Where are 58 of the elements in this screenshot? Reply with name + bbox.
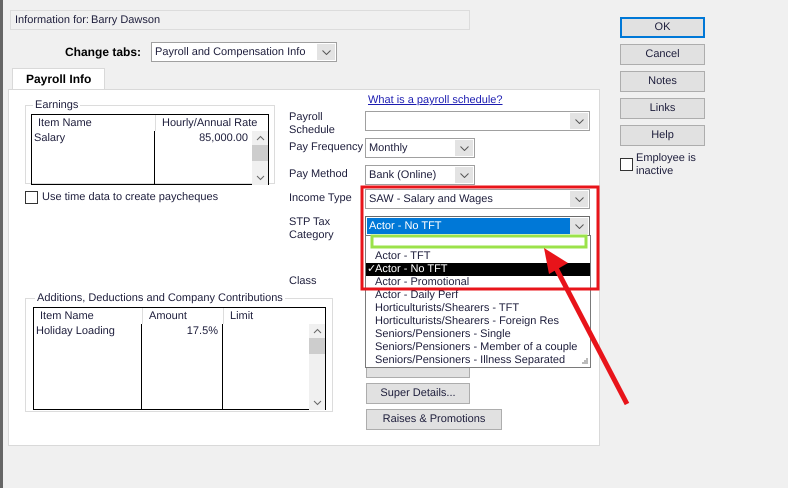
dropdown-field[interactable]	[365, 111, 590, 131]
dialog-button[interactable]: Links	[620, 98, 705, 119]
tab[interactable]: Payroll Info	[12, 68, 106, 89]
dropdown-field[interactable]: Monthly	[365, 138, 475, 158]
list-item[interactable]: Horticulturists/Shearers - Foreign Res	[366, 315, 590, 328]
list-item[interactable]: Seniors/Pensioners - Illness Separated	[366, 354, 590, 367]
checkbox[interactable]	[620, 158, 633, 171]
field-label: Pay Method	[289, 167, 349, 182]
column-header: Amount	[142, 308, 223, 324]
checkbox-label: Use time data to create paycheques	[42, 190, 218, 205]
dialog-button[interactable]: Notes	[620, 71, 705, 92]
dropdown-field[interactable]: SAW - Salary and Wages	[365, 189, 590, 209]
panel-button[interactable]: Super Details...	[366, 383, 470, 404]
chevron-down-icon	[574, 118, 584, 124]
list-item[interactable]: Seniors/Pensioners - Member of a couple	[366, 341, 590, 354]
list-item[interactable]: Actor - Daily Perf	[366, 289, 590, 302]
dialog-button[interactable]: Help	[620, 125, 705, 146]
list-item[interactable]: Horticulturists/Shearers - TFT	[366, 302, 590, 315]
group-title: Earnings	[34, 98, 80, 113]
list-item[interactable]: ✓Actor - No TFT	[366, 263, 590, 276]
list-item[interactable]: Actor - Promotional	[366, 276, 590, 289]
scrollbar[interactable]	[252, 130, 268, 184]
chevron-down-icon	[322, 50, 331, 54]
check-mark: ✓	[367, 263, 376, 276]
column-header: Item Name	[39, 308, 95, 324]
chevron-down-icon	[460, 146, 468, 150]
field-label: Income Type	[289, 191, 353, 206]
change-tabs-select[interactable]: Payroll and Compensation Info	[151, 42, 338, 62]
table-cell-text: Holiday Loading	[35, 324, 116, 338]
checkbox[interactable]	[25, 190, 38, 204]
panel-button[interactable]: Raises & Promotions	[366, 409, 502, 430]
group-title: Additions, Deductions and Company Contributions	[36, 291, 284, 306]
table-cell-text: 17.5%	[186, 324, 219, 338]
table-cell-text: Salary	[33, 130, 66, 146]
list-item[interactable]: Actor - TFT	[366, 250, 590, 263]
change-tabs-label: Change tabs:	[65, 44, 142, 61]
checkbox-label: Employee is inactive	[636, 152, 697, 178]
scroll-thumb[interactable]	[252, 144, 268, 160]
field-label: Payroll Schedule	[289, 111, 336, 138]
list-item[interactable]: Seniors/Pensioners - Single	[366, 328, 590, 341]
dropdown-field[interactable]: Bank (Online)	[365, 165, 475, 185]
chevron-down-icon	[460, 172, 468, 178]
field-label: Pay Frequency	[289, 140, 364, 155]
employee-name: Barry Dawson	[90, 12, 160, 28]
chevron-down-icon	[574, 224, 584, 228]
class-label: Class	[289, 275, 317, 288]
help-link[interactable]: What is a payroll schedule?	[368, 94, 590, 107]
scrollbar[interactable]	[309, 324, 325, 410]
chevron-down-icon	[574, 196, 584, 202]
dialog-button[interactable]: Cancel	[620, 44, 705, 65]
header-label: Information for:	[15, 12, 89, 28]
scroll-thumb[interactable]	[309, 338, 325, 354]
dropdown-field[interactable]: Actor - No TFT	[365, 216, 590, 236]
column-header: Item Name	[37, 116, 93, 130]
resize-grip-icon	[581, 358, 588, 365]
field-label: STP Tax Category	[289, 216, 335, 243]
dialog-button[interactable]: OK	[620, 17, 705, 38]
table-cell-text: 85,000.00	[198, 130, 249, 146]
